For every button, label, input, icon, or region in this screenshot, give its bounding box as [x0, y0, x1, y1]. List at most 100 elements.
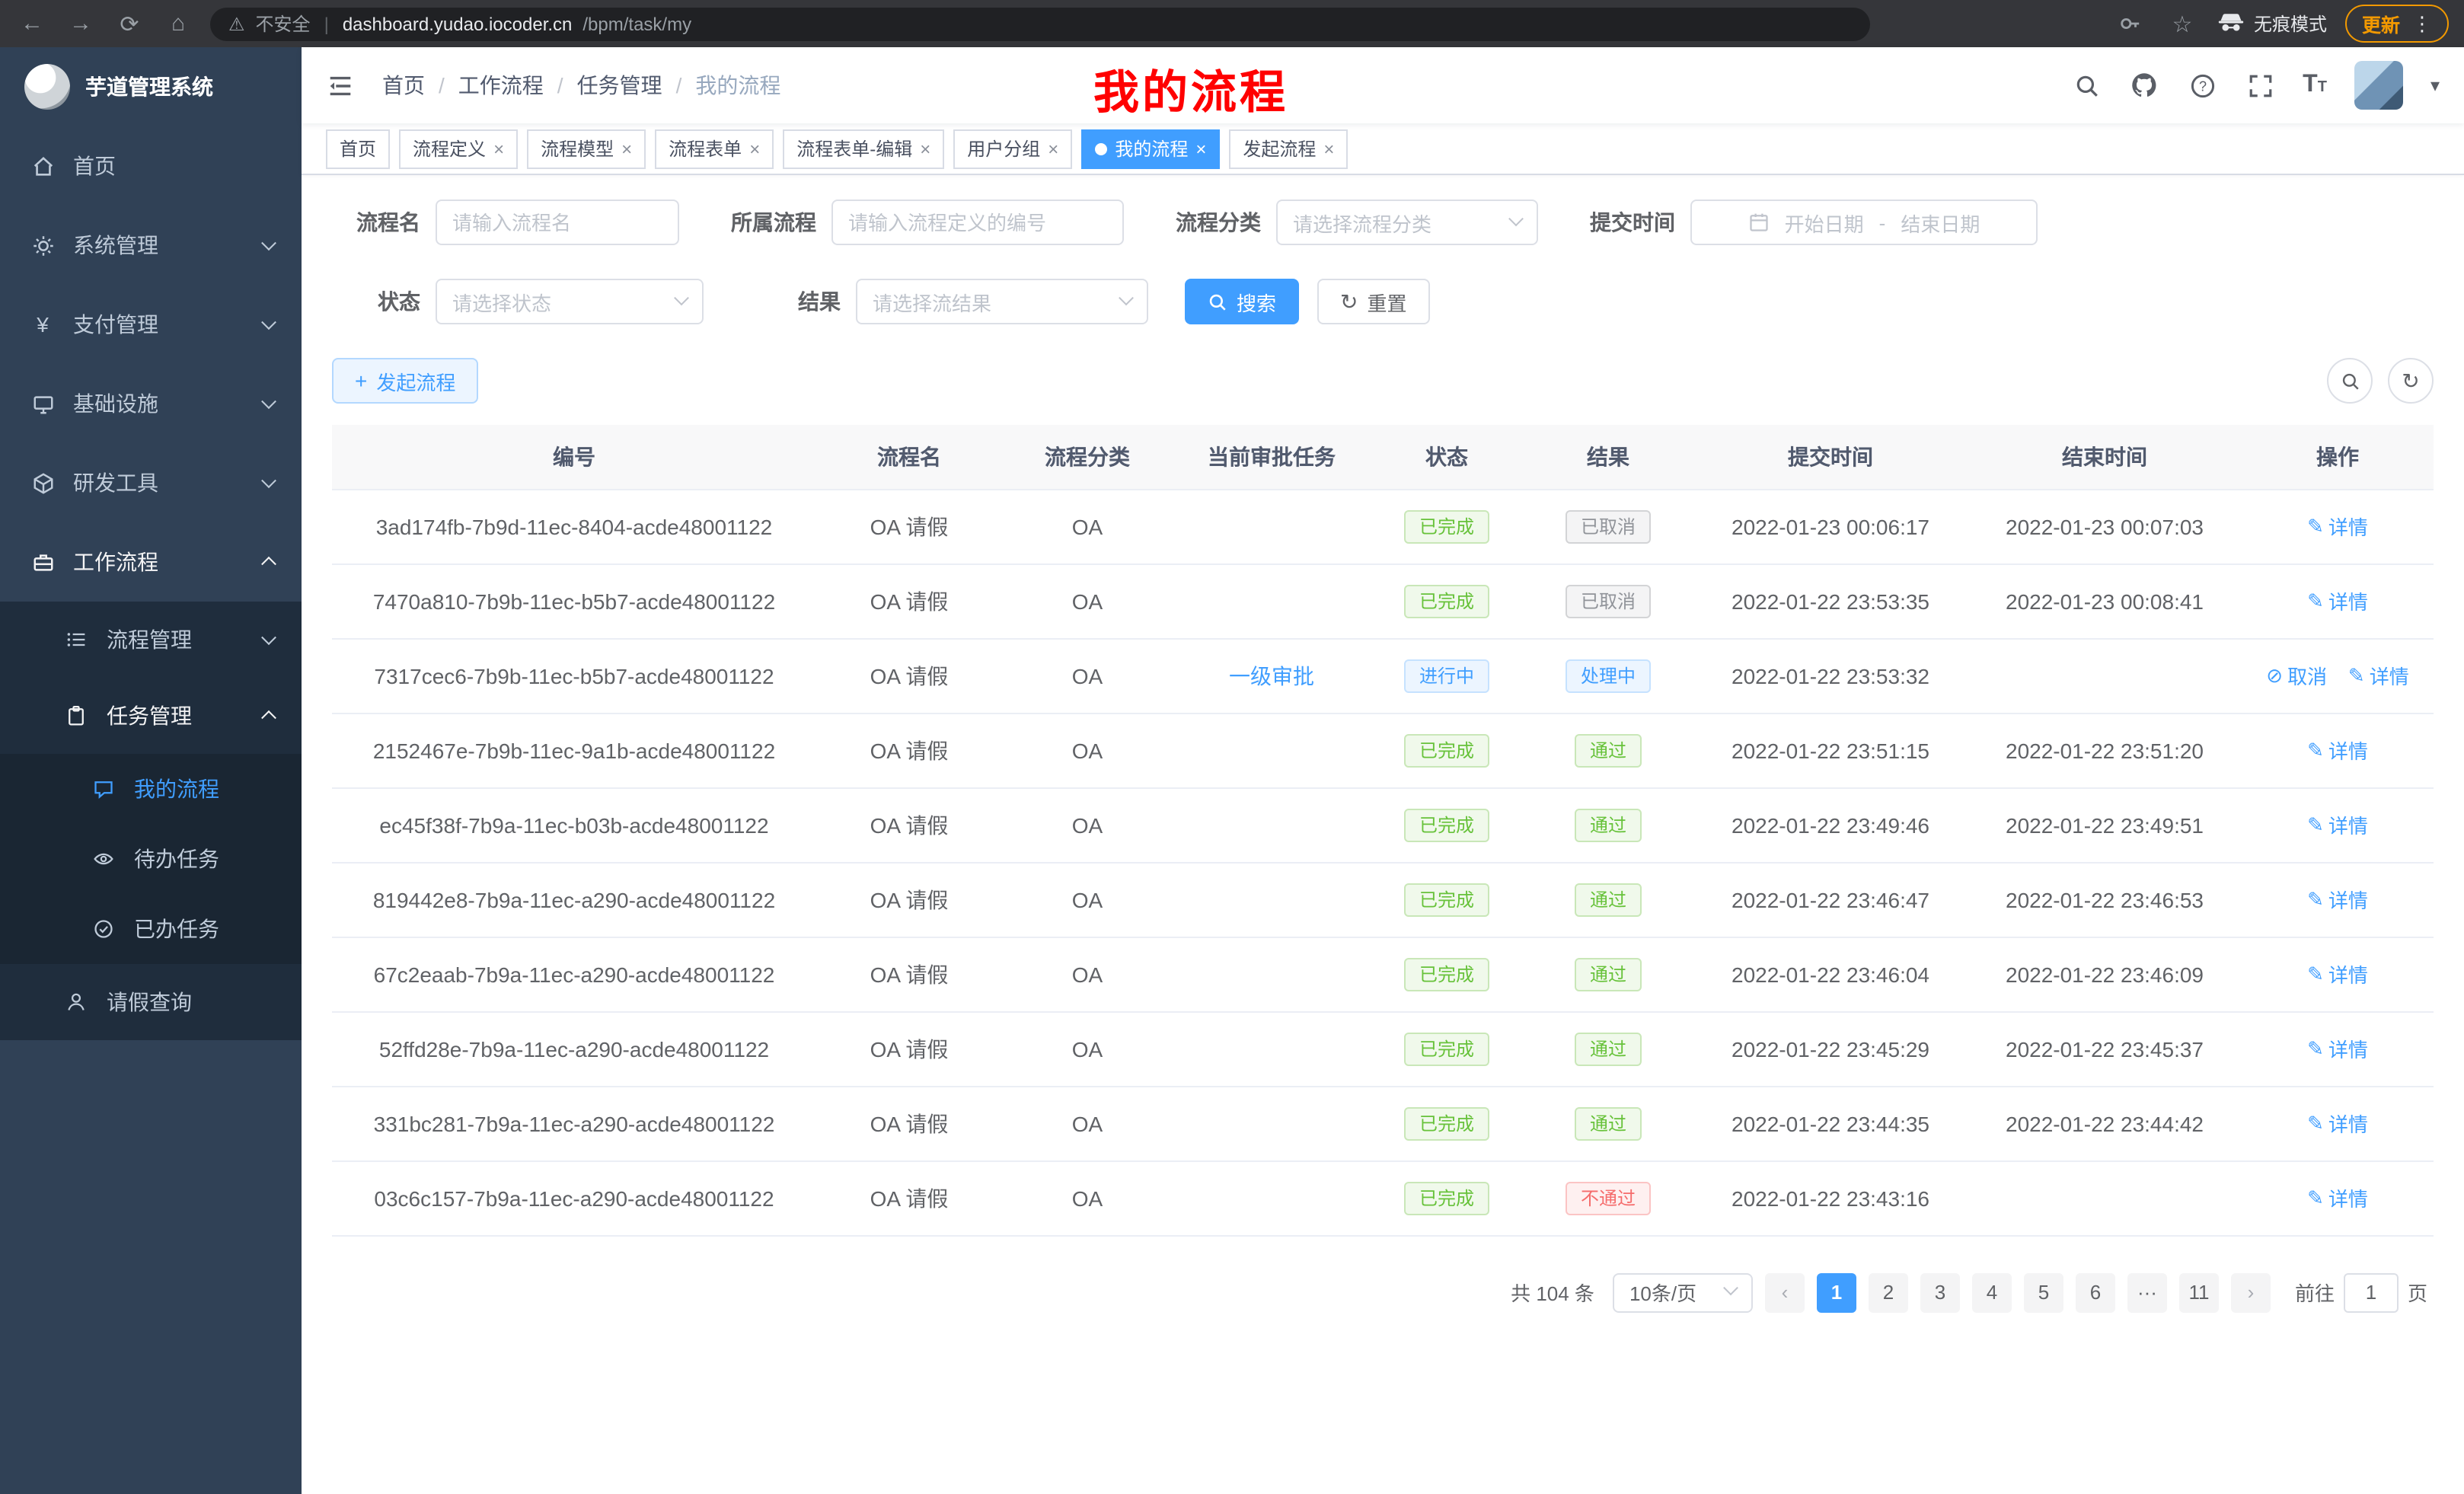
monitor-icon	[30, 391, 55, 416]
key-icon[interactable]	[2114, 7, 2147, 40]
close-icon[interactable]: ×	[1195, 138, 1206, 159]
sidebar-item-todo-tasks[interactable]: 待办任务	[0, 824, 302, 894]
cell-submit-time: 2022-01-23 00:06:17	[1693, 489, 1968, 563]
close-icon[interactable]: ×	[1323, 138, 1334, 159]
avatar-caret-icon[interactable]: ▾	[2430, 75, 2440, 96]
submit-time-range[interactable]: 开始日期 - 结束日期	[1690, 200, 2038, 245]
page-button[interactable]: 4	[1972, 1272, 2012, 1312]
refresh-table-button[interactable]: ↻	[2388, 358, 2434, 404]
tab-home[interactable]: 首页	[326, 129, 390, 168]
dashboard-icon	[30, 154, 55, 178]
sidebar-item-devtools[interactable]: 研发工具	[0, 443, 302, 522]
detail-link[interactable]: ✎详情	[2307, 810, 2368, 839]
detail-link[interactable]: ✎详情	[2307, 1034, 2368, 1063]
sidebar-item-payment[interactable]: ¥ 支付管理	[0, 285, 302, 364]
sidebar-item-system[interactable]: 系统管理	[0, 206, 302, 285]
detail-link[interactable]: ✎详情	[2307, 885, 2368, 914]
update-button[interactable]: 更新 ⋮	[2345, 5, 2449, 43]
search-icon[interactable]	[2071, 70, 2102, 101]
page-button[interactable]: 11	[2179, 1272, 2219, 1312]
tab-process-model[interactable]: 流程模型×	[527, 129, 646, 168]
page-button[interactable]: 3	[1920, 1272, 1960, 1312]
status-select[interactable]: 请选择状态	[436, 279, 704, 324]
sidebar-item-label: 流程管理	[107, 624, 192, 655]
breadcrumb-item[interactable]: 工作流程	[458, 70, 544, 101]
logo[interactable]: 芋道管理系统	[0, 47, 302, 126]
browser-menu-icon[interactable]: ⋮	[2412, 11, 2432, 36]
prev-page-button[interactable]: ‹	[1765, 1272, 1805, 1312]
sidebar-item-workflow[interactable]: 工作流程	[0, 522, 302, 602]
category-select[interactable]: 请选择流程分类	[1276, 200, 1538, 245]
address-bar[interactable]: ⚠ 不安全 | dashboard.yudao.iocoder.cn /bpm/…	[210, 7, 1870, 40]
home-browser-icon[interactable]: ⌂	[161, 7, 195, 40]
tab-process-form-edit[interactable]: 流程表单-编辑×	[783, 129, 944, 168]
close-icon[interactable]: ×	[920, 138, 930, 159]
sidebar-item-leave-query[interactable]: 请假查询	[0, 964, 302, 1040]
tab-process-form[interactable]: 流程表单×	[655, 129, 774, 168]
edit-icon: ✎	[2307, 812, 2324, 837]
page-button[interactable]: 5	[2024, 1272, 2063, 1312]
tab-process-definition[interactable]: 流程定义×	[399, 129, 518, 168]
result-select[interactable]: 请选择流结果	[856, 279, 1148, 324]
breadcrumb-item[interactable]: 首页	[382, 70, 425, 101]
table-toolbar: + 发起流程 ↻	[332, 358, 2434, 404]
sidebar-item-process-mgmt[interactable]: 流程管理	[0, 602, 302, 678]
detail-link[interactable]: ✎详情	[2307, 512, 2368, 541]
close-icon[interactable]: ×	[621, 138, 632, 159]
reset-button[interactable]: ↻ 重置	[1317, 279, 1430, 324]
tab-user-group[interactable]: 用户分组×	[953, 129, 1072, 168]
page-button[interactable]: 6	[2076, 1272, 2115, 1312]
sidebar-item-my-process[interactable]: 我的流程	[0, 754, 302, 824]
create-process-button[interactable]: + 发起流程	[332, 358, 478, 404]
sidebar-item-home[interactable]: 首页	[0, 126, 302, 206]
forward-icon[interactable]: →	[64, 7, 97, 40]
breadcrumb-separator: /	[439, 73, 445, 97]
detail-link[interactable]: ✎详情	[2307, 1109, 2368, 1138]
goto-page-input[interactable]	[2344, 1272, 2399, 1312]
sidebar-item-infra[interactable]: 基础设施	[0, 364, 302, 443]
sidebar-item-done-tasks[interactable]: 已办任务	[0, 894, 302, 964]
sidebar-item-task-mgmt[interactable]: 任务管理	[0, 678, 302, 754]
process-name-input[interactable]	[436, 200, 679, 245]
back-icon[interactable]: ←	[15, 7, 49, 40]
cell-task	[1173, 862, 1371, 937]
page-button[interactable]: 1	[1817, 1272, 1856, 1312]
more-pages-button[interactable]: ···	[2127, 1272, 2167, 1312]
update-label: 更新	[2362, 9, 2400, 38]
avatar[interactable]	[2354, 61, 2403, 110]
page-button[interactable]: 2	[1869, 1272, 1908, 1312]
toggle-search-button[interactable]	[2327, 358, 2373, 404]
detail-link[interactable]: ✎详情	[2307, 736, 2368, 765]
github-icon[interactable]	[2129, 70, 2159, 101]
detail-link[interactable]: ✎详情	[2348, 661, 2409, 690]
total-count: 共 104 条	[1511, 1278, 1594, 1307]
tab-my-process[interactable]: 我的流程×	[1081, 129, 1220, 168]
cell-submit-time: 2022-01-22 23:45:29	[1693, 1011, 1968, 1086]
reload-icon[interactable]: ⟳	[113, 7, 146, 40]
detail-link[interactable]: ✎详情	[2307, 586, 2368, 615]
close-icon[interactable]: ×	[493, 138, 504, 159]
detail-link[interactable]: ✎详情	[2307, 1183, 2368, 1212]
bookmark-star-icon[interactable]: ☆	[2166, 7, 2199, 40]
col-actions: 操作	[2242, 425, 2434, 489]
tab-start-process[interactable]: 发起流程×	[1229, 129, 1348, 168]
search-button[interactable]: 搜索	[1185, 279, 1299, 324]
help-icon[interactable]: ?	[2187, 70, 2217, 101]
fullscreen-icon[interactable]	[2245, 70, 2275, 101]
process-definition-input[interactable]	[831, 200, 1124, 245]
cancel-link[interactable]: ⊘取消	[2266, 661, 2327, 690]
font-size-icon[interactable]: TT	[2303, 72, 2327, 99]
page-size-select[interactable]: 10条/页	[1613, 1272, 1753, 1312]
next-page-button[interactable]: ›	[2231, 1272, 2271, 1312]
close-icon[interactable]: ×	[1048, 138, 1058, 159]
browser-toolbar: ← → ⟳ ⌂ ⚠ 不安全 | dashboard.yudao.iocoder.…	[0, 0, 2464, 47]
hamburger-icon[interactable]	[326, 71, 355, 100]
current-task-link[interactable]: 一级审批	[1229, 663, 1314, 688]
cell-end-time	[1968, 638, 2242, 713]
breadcrumb-item[interactable]: 任务管理	[577, 70, 662, 101]
browser-actions: ☆ 无痕模式 更新 ⋮	[2114, 5, 2449, 43]
detail-link[interactable]: ✎详情	[2307, 959, 2368, 988]
cell-submit-time: 2022-01-22 23:53:32	[1693, 638, 1968, 713]
close-icon[interactable]: ×	[749, 138, 760, 159]
chevron-down-icon	[1508, 210, 1524, 225]
